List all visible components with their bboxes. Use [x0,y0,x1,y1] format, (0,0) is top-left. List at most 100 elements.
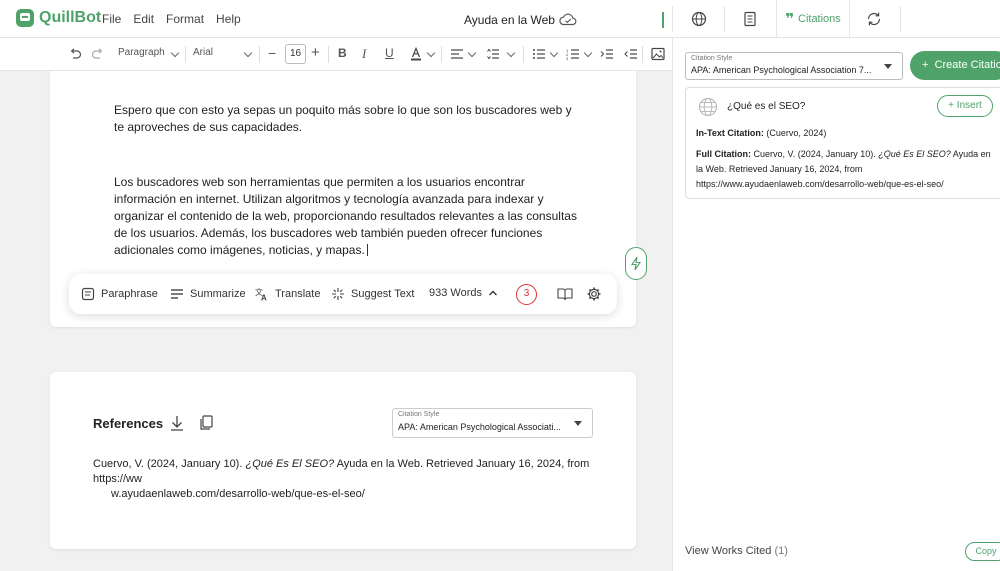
in-text-citation: In-Text Citation: (Cuervo, 2024) [696,128,826,138]
panel-citation-style-select[interactable]: Citation Style APA: American Psychologic… [685,52,903,80]
divider [328,46,329,63]
view-works-cited-link[interactable]: View Works Cited (1) [685,545,788,557]
website-globe-icon [698,97,718,117]
chevron-down-icon [426,48,436,58]
citation-title: ¿Qué es el SEO? [727,101,806,112]
insert-citation-button[interactable]: + Insert [937,95,993,117]
editor-paragraph-text: Los buscadores web son herramientas que … [114,175,577,257]
app-name: QuillBot [39,9,102,26]
ai-action-bar: Paraphrase Summarize 文A Translate Sugges… [69,274,617,314]
word-count-toggle[interactable]: 933 Words [429,287,498,299]
in-text-value: (Cuervo, 2024) [766,128,827,138]
underline-button[interactable]: U [385,46,394,60]
settings-gear-icon[interactable] [586,286,602,302]
translate-label: Translate [275,288,321,300]
paraphrase-icon [81,287,95,301]
bullet-list-icon[interactable] [532,48,546,60]
top-bar: QuillBot File Edit Format Help Ayuda en … [0,0,1000,38]
italic-button[interactable]: I [362,46,366,62]
font-select[interactable]: Arial [193,47,213,58]
reference-url: w.ayudaenlaweb.com/desarrollo-web/que-es… [111,488,365,500]
citations-tab-label: Citations [798,13,841,25]
tab-divider [900,6,901,32]
word-count: 933 Words [429,287,482,299]
quillbot-logo[interactable]: QuillBot [16,9,101,27]
divider [185,46,186,63]
chevron-down-icon [583,48,593,58]
book-icon[interactable] [557,287,573,301]
chevron-down-icon [170,48,180,58]
summarize-button[interactable]: Summarize [170,287,246,301]
image-icon[interactable] [651,47,665,61]
chevron-down-icon [506,48,516,58]
bold-button[interactable]: B [338,46,347,60]
citation-style-label: Citation Style [398,411,440,418]
issues-count-badge[interactable]: 3 [516,284,537,305]
citation-style-value: APA: American Psychological Associati... [398,422,561,432]
copy-button[interactable]: Copy [965,542,1000,561]
document-list-icon[interactable] [741,10,759,28]
translate-button[interactable]: 文A Translate [255,287,320,301]
references-citation-style-select[interactable]: Citation Style APA: American Psychologic… [392,408,593,438]
globe-icon[interactable] [690,10,708,28]
tab-citations[interactable]: ❞ Citations [776,0,850,38]
divider [523,46,524,63]
suggest-text-button[interactable]: Suggest Text [331,287,414,301]
translate-icon: 文A [255,287,267,301]
line-spacing-icon[interactable] [486,48,500,60]
view-works-cited-label: View Works Cited [685,545,772,557]
text-cursor [366,244,368,256]
summarize-label: Summarize [190,288,246,300]
chat-refresh-icon[interactable] [865,10,883,28]
increase-font-button[interactable]: + [311,44,320,61]
divider [642,46,643,63]
quillbot-logo-icon [16,9,34,27]
divider [441,46,442,63]
editor-paragraph[interactable]: Espero que con esto ya sepas un poquito … [114,102,579,136]
indent-icon[interactable] [600,48,614,60]
dropdown-arrow-icon [574,421,582,426]
paraphrase-button[interactable]: Paraphrase [81,287,158,301]
copy-icon[interactable] [198,414,214,432]
menu-help[interactable]: Help [216,12,241,26]
numbered-list-icon[interactable]: 123 [566,48,580,60]
reference-author-date: Cuervo, V. (2024, January 10). [93,458,246,470]
references-title: References [93,416,164,431]
plus-icon: + [948,100,955,111]
chevron-down-icon [549,48,559,58]
menu-bar: File Edit Format Help [102,12,241,26]
sparkle-icon [332,288,344,300]
text-color-icon[interactable] [409,46,423,62]
chevron-down-icon [243,48,253,58]
menu-edit[interactable]: Edit [133,12,154,26]
citation-style-value: APA: American Psychological Association … [691,65,872,75]
citation-style-label: Citation Style [691,55,733,62]
align-left-icon[interactable] [450,48,464,60]
document-title[interactable]: Ayuda en la Web [464,13,555,27]
suggest-text-label: Suggest Text [351,288,415,300]
works-cited-count: (1) [774,545,788,557]
summarize-icon [171,289,183,299]
chevron-up-icon [489,290,497,296]
menu-file[interactable]: File [102,12,121,26]
download-icon[interactable] [169,414,185,432]
quick-actions-button[interactable] [625,247,647,280]
formatting-toolbar: Paragraph Arial − 16 + B I U 123 [0,38,672,71]
in-text-label: In-Text Citation: [696,128,764,138]
quote-icon: ❞ [785,11,794,28]
create-citation-button[interactable]: + Create Citation [910,51,1000,80]
reference-title: ¿Qué Es El SEO? [245,458,335,470]
menu-format[interactable]: Format [166,12,204,26]
undo-icon[interactable] [68,47,82,61]
outdent-icon[interactable] [624,48,638,60]
citation-panel: Citation Style APA: American Psychologic… [672,38,1000,571]
create-citation-label: Create Citation [934,59,1000,71]
full-citation-title: ¿Qué Es El SEO? [878,149,951,159]
full-citation-author: Cuervo, V. (2024, January 10). [753,149,879,159]
paragraph-style-select[interactable]: Paragraph [118,47,165,58]
editor-paragraph[interactable]: Los buscadores web son herramientas que … [114,174,579,259]
font-size-input[interactable]: 16 [285,44,306,64]
svg-text:3: 3 [566,56,569,60]
redo-icon[interactable] [91,47,105,61]
decrease-font-button[interactable]: − [268,45,276,61]
